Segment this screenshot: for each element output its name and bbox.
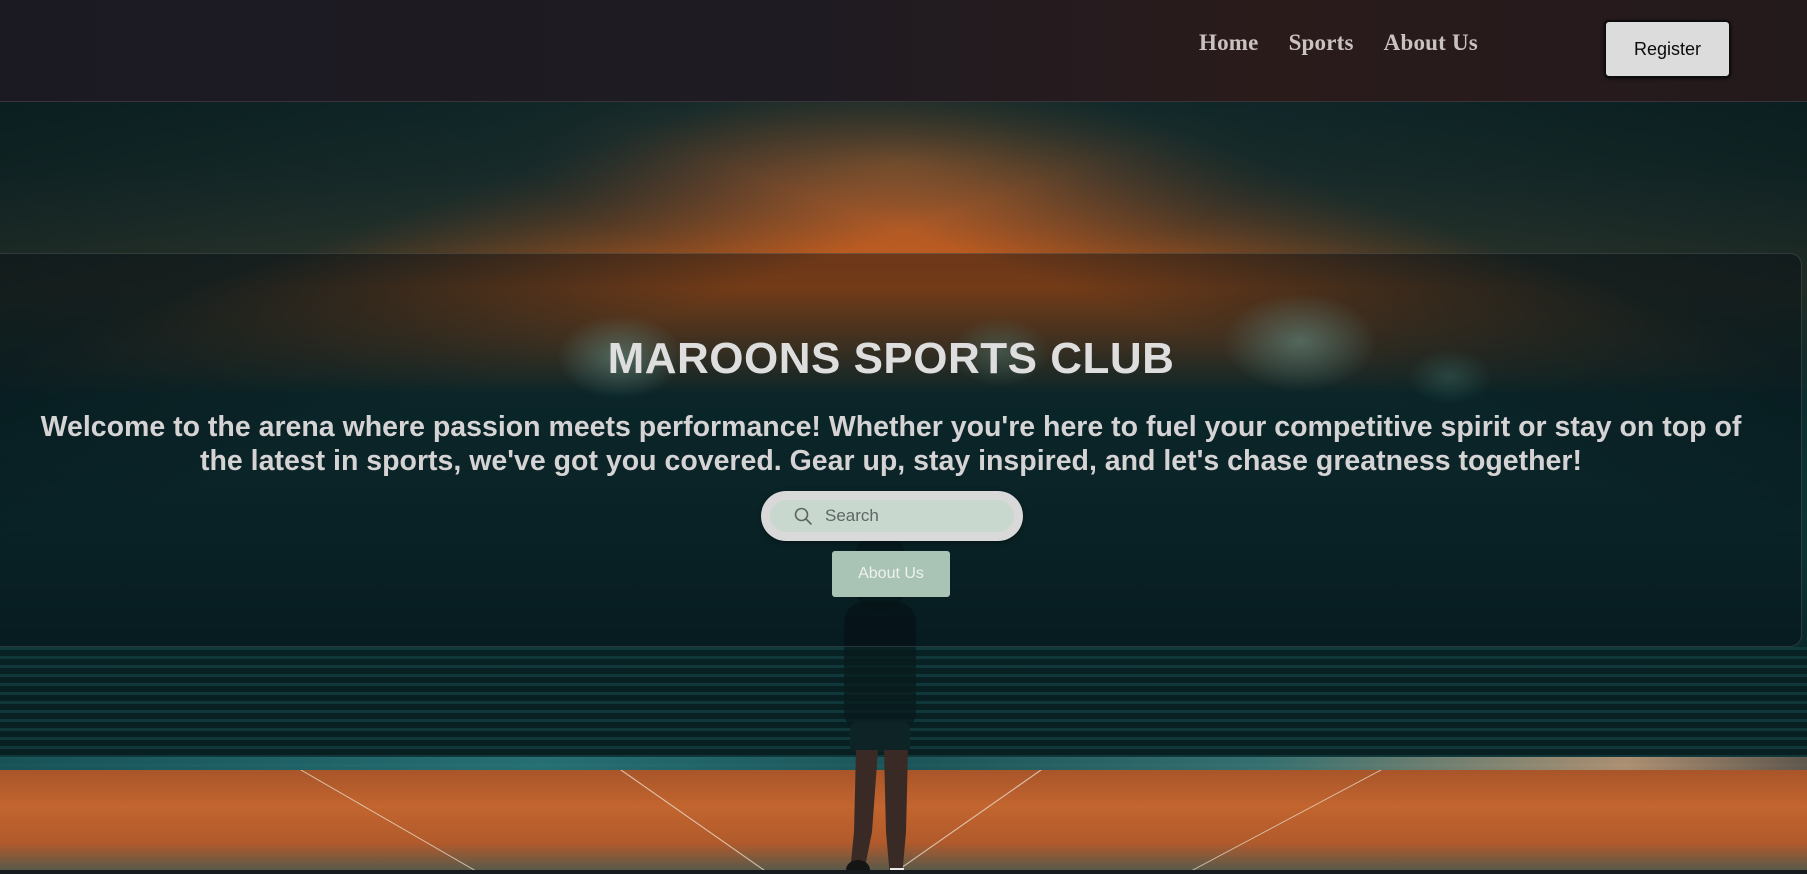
search-bar[interactable]: [761, 491, 1023, 541]
navbar: Home Sports About Us Register: [0, 0, 1807, 102]
nav-link-about-us[interactable]: About Us: [1384, 30, 1478, 56]
hero-subtitle: Welcome to the arena where passion meets…: [40, 411, 1742, 477]
register-button[interactable]: Register: [1604, 20, 1731, 78]
search-icon: [794, 507, 812, 525]
about-us-button[interactable]: About Us: [832, 551, 950, 597]
nav-link-home[interactable]: Home: [1199, 30, 1259, 56]
search-input[interactable]: [825, 499, 1005, 533]
nav-link-sports[interactable]: Sports: [1289, 30, 1354, 56]
nav-links: Home Sports About Us: [1199, 30, 1478, 56]
hero-title: MAROONS SPORTS CLUB: [607, 334, 1175, 383]
bottom-edge: [0, 870, 1807, 874]
